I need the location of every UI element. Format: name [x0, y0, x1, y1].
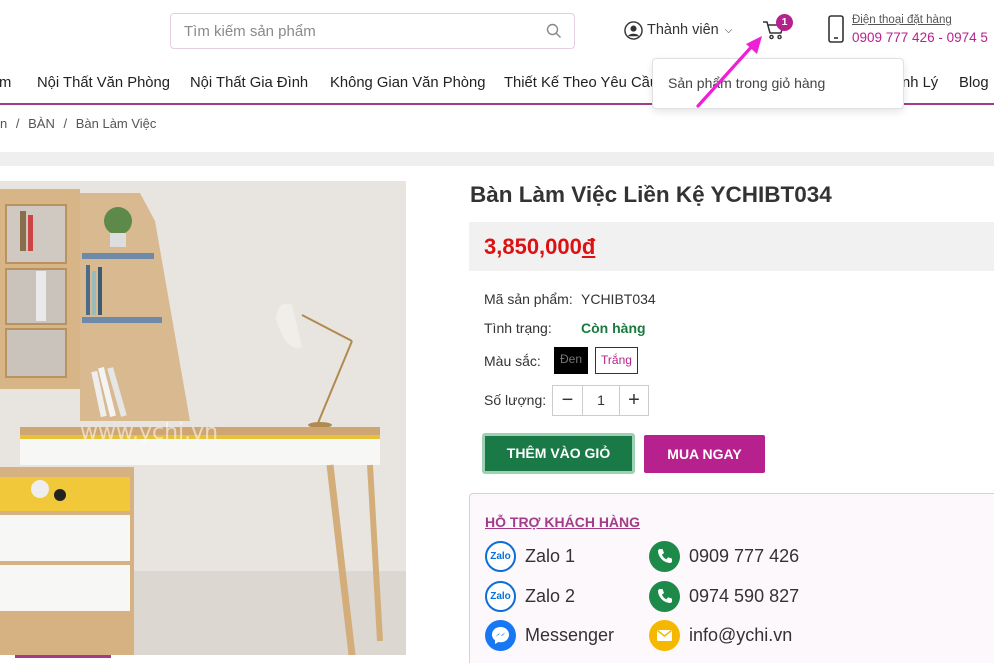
image-tab-indicator: [15, 655, 111, 658]
color-label: Màu sắc:: [484, 353, 541, 369]
product-image[interactable]: www.ychi.vn: [0, 181, 406, 655]
quantity-row: Số lượng:: [484, 392, 546, 408]
color-row: Màu sắc:: [484, 353, 541, 369]
support-email[interactable]: info@ychi.vn: [649, 619, 793, 651]
divider-strip: [0, 152, 994, 166]
color-option-white[interactable]: Trắng: [595, 347, 638, 374]
breadcrumb-current: Bàn Làm Việc: [75, 116, 157, 131]
price-box: 3,850,000đ: [469, 222, 994, 271]
price-value: 3,850,000: [484, 234, 582, 259]
search-box[interactable]: [170, 13, 575, 49]
stock-status: Còn hàng: [581, 320, 646, 336]
product-photo: www.ychi.vn: [0, 181, 406, 655]
sku-value: YCHIBT034: [581, 291, 656, 307]
phone-label[interactable]: Điện thoại đặt hàng: [852, 14, 952, 26]
support-phone-1[interactable]: 0909 777 426: [649, 540, 800, 572]
support-messenger-label: Messenger: [525, 624, 615, 645]
quantity-input[interactable]: 1: [583, 386, 619, 415]
phone-icon: [649, 540, 680, 572]
search-icon[interactable]: [546, 23, 562, 39]
phone-icon: [649, 580, 680, 612]
product-title: Bàn Làm Việc Liền Kệ YCHIBT034: [470, 182, 832, 207]
support-phone-2-label: 0974 590 827: [689, 585, 800, 606]
sku-row: Mã sản phẩm: YCHIBT034: [484, 291, 656, 307]
annotation-arrow: [696, 36, 762, 108]
sku-label: Mã sản phẩm:: [484, 291, 573, 307]
support-email-label: info@ychi.vn: [689, 624, 793, 645]
zalo-icon: Zalo: [485, 580, 516, 612]
support-zalo-2[interactable]: Zalo Zalo 2: [485, 580, 576, 612]
color-option-black[interactable]: Đen: [554, 347, 588, 374]
support-messenger[interactable]: Messenger: [485, 619, 615, 651]
customer-support-box: HỖ TRỢ KHÁCH HÀNG Zalo Zalo 1 Zalo Zalo …: [469, 493, 994, 663]
support-phone-2[interactable]: 0974 590 827: [649, 580, 800, 612]
mail-icon: [649, 619, 680, 651]
support-phone-1-label: 0909 777 426: [689, 545, 800, 566]
nav-item-blog[interactable]: Blog: [959, 75, 989, 91]
status-row: Tình trạng: Còn hàng: [484, 320, 646, 336]
user-icon: [624, 20, 643, 40]
order-phone[interactable]: Điện thoại đặt hàng 0909 777 426 - 0974 …: [827, 13, 994, 45]
breadcrumb-home[interactable]: n: [0, 116, 7, 131]
breadcrumb-separator: /: [63, 116, 68, 131]
support-zalo-1-label: Zalo 1: [525, 545, 576, 566]
breadcrumb-separator: /: [15, 116, 20, 131]
cart-count-badge: 1: [776, 14, 793, 31]
phone-numbers[interactable]: 0909 777 426 - 0974 5: [852, 30, 988, 45]
breadcrumb-ban[interactable]: BÀN: [28, 116, 55, 131]
zalo-icon: Zalo: [485, 540, 516, 572]
messenger-icon: [485, 619, 516, 651]
nav-item-office-space[interactable]: Không Gian Văn Phòng: [330, 75, 486, 91]
nav-item-liquidation[interactable]: nh Lý: [902, 75, 938, 91]
nav-item-home[interactable]: m: [0, 75, 11, 91]
quantity-label: Số lượng:: [484, 392, 547, 408]
quantity-decrease-button[interactable]: −: [553, 386, 583, 415]
product-price: 3,850,000đ: [484, 234, 595, 260]
quantity-increase-button[interactable]: +: [619, 386, 648, 415]
status-label: Tình trạng:: [484, 320, 552, 336]
breadcrumb: n / BÀN / Bàn Làm Việc: [0, 116, 161, 131]
price-currency: đ: [581, 234, 596, 259]
quantity-stepper[interactable]: − 1 +: [552, 385, 649, 416]
support-zalo-1[interactable]: Zalo Zalo 1: [485, 540, 576, 572]
nav-item-office-furniture[interactable]: Nội Thất Văn Phòng: [37, 75, 170, 91]
image-watermark: www.ychi.vn: [80, 420, 218, 445]
support-title[interactable]: HỖ TRỢ KHÁCH HÀNG: [485, 514, 640, 530]
buy-now-button[interactable]: MUA NGAY: [644, 435, 765, 473]
nav-item-home-furniture[interactable]: Nội Thất Gia Đình: [190, 75, 308, 91]
nav-item-custom-design[interactable]: Thiết Kế Theo Yêu Cầu: [504, 75, 658, 91]
add-to-cart-button[interactable]: THÊM VÀO GIỎ: [482, 433, 635, 474]
search-input[interactable]: [171, 14, 531, 48]
support-zalo-2-label: Zalo 2: [525, 585, 576, 606]
mobile-phone-icon: [828, 15, 844, 43]
